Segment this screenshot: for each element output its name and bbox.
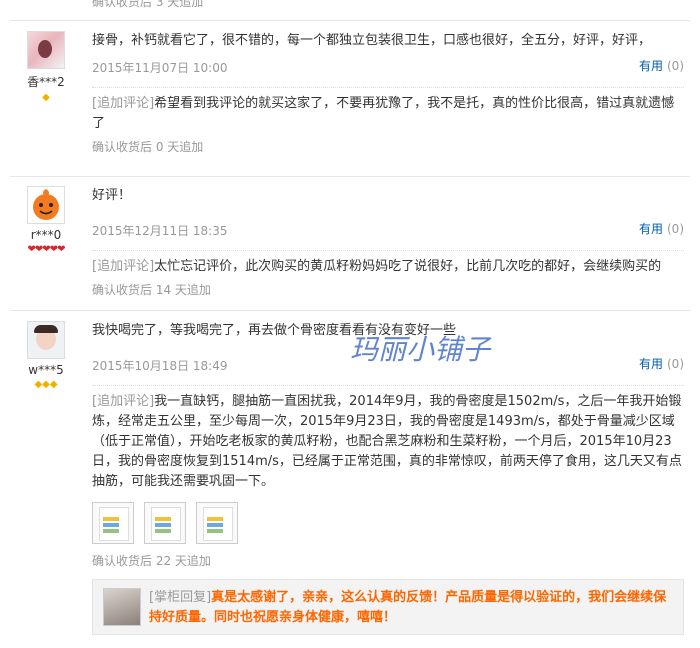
report-bar — [155, 523, 171, 527]
reviewer-info: r***0 ❤❤❤❤❤ — [10, 176, 82, 256]
gold-diamond-icon: ◆ — [42, 92, 50, 103]
append-comment: [追加评论]希望看到我评论的就买这家了，不要再犹豫了，我不是托，真的性价比很高，… — [92, 87, 684, 134]
review-photo-thumbnail[interactable] — [92, 502, 134, 544]
helpful-count: (0) — [667, 357, 684, 371]
review-content: 我快喝完了，等我喝完了，再去做个骨密度看看有没有变好一些 2015年10月18日… — [92, 321, 684, 635]
report-bar — [103, 529, 119, 533]
report-bar — [207, 529, 223, 533]
red-heart-icon: ❤❤❤❤❤ — [27, 244, 66, 255]
review-date: 2015年10月18日 18:49 — [92, 359, 228, 373]
review-item: r***0 ❤❤❤❤❤ 好评！ 2015年12月11日 18:35 有用 (0) … — [10, 176, 690, 311]
review-date: 2015年12月11日 18:35 — [92, 224, 228, 238]
seller-reply: [掌柜回复]真是太感谢了，亲亲，这么认真的反馈！产品质量是得以验证的，我们会继续… — [92, 579, 684, 635]
orange-mascot-icon — [33, 189, 59, 220]
gold-diamond-icon: ◆◆◆ — [34, 379, 58, 390]
reply-text: 真是太感谢了，亲亲，这么认真的反馈！产品质量是得以验证的，我们会继续保持好质量。… — [149, 590, 667, 625]
helpful-vote: 有用 (0) — [639, 57, 684, 74]
avatar[interactable] — [27, 186, 65, 224]
review-meta: 2015年12月11日 18:35 有用 (0) — [92, 220, 684, 238]
review-date: 2015年11月07日 10:00 — [92, 61, 228, 75]
review-item: 香***2 ◆ 接骨，补钙就看它了，很不错的，每一个都独立包装很卫生，口感也很好… — [10, 20, 690, 177]
append-tag: [追加评论] — [92, 96, 155, 111]
helpful-vote: 有用 (0) — [639, 355, 684, 372]
reply-tag: [掌柜回复] — [149, 590, 212, 605]
reviewer-info: 香***2 ◆ — [10, 21, 82, 104]
report-bar — [207, 523, 223, 527]
append-comment: [追加评论]太忙忘记评价，此次购买的黄瓜籽粉妈妈吃了说很好，比前几次吃的都好，会… — [92, 250, 684, 277]
append-comment: [追加评论]我一直缺钙，腿抽筋一直困扰我，2014年9月，我的骨密度是1502m… — [92, 385, 684, 492]
avatar[interactable] — [27, 31, 65, 69]
reviewer-name[interactable]: 香***2 — [10, 73, 82, 90]
review-content: 好评！ 2015年12月11日 18:35 有用 (0) [追加评论]太忙忘记评价… — [92, 186, 684, 298]
watermark: 玛丽小铺子 — [350, 333, 491, 366]
previous-append-footnote: 确认收货后 3 天追加 — [92, 0, 204, 9]
report-bar — [103, 523, 119, 527]
report-bar — [155, 529, 171, 533]
review-photo-thumbnail[interactable] — [196, 502, 238, 544]
helpful-vote: 有用 (0) — [639, 220, 684, 237]
reviewer-name[interactable]: r***0 — [10, 228, 82, 242]
seller-avatar — [103, 588, 141, 626]
report-bar — [155, 517, 171, 521]
append-footnote: 确认收货后 0 天追加 — [92, 140, 204, 154]
review-photo-thumbnail[interactable] — [144, 502, 186, 544]
append-text: 我一直缺钙，腿抽筋一直困扰我，2014年9月，我的骨密度是1502m/s，之后一… — [92, 394, 682, 489]
helpful-count: (0) — [667, 59, 684, 73]
helpful-button[interactable]: 有用 — [639, 357, 663, 371]
reviewer-name[interactable]: w***5 — [10, 363, 82, 377]
append-footnote: 确认收货后 22 天追加 — [92, 554, 211, 568]
reviewer-info: w***5 ◆◆◆ — [10, 311, 82, 391]
helpful-count: (0) — [667, 222, 684, 236]
report-bar — [207, 517, 223, 521]
append-tag: [追加评论] — [92, 259, 155, 274]
review-text: 好评！ — [92, 188, 132, 203]
review-photos — [92, 502, 684, 544]
review-meta: 2015年11月07日 10:00 有用 (0) — [92, 57, 684, 75]
review-text: 接骨，补钙就看它了，很不错的，每一个都独立包装很卫生，口感也很好，全五分，好评，… — [92, 33, 652, 48]
helpful-button[interactable]: 有用 — [639, 222, 663, 236]
append-text: 太忙忘记评价，此次购买的黄瓜籽粉妈妈吃了说很好，比前几次吃的都好，会继续购买的 — [154, 259, 662, 274]
report-bar — [103, 517, 119, 521]
seller-reply-text-block: [掌柜回复]真是太感谢了，亲亲，这么认真的反馈！产品质量是得以验证的，我们会继续… — [149, 588, 675, 628]
append-text: 希望看到我评论的就买这家了，不要再犹豫了，我不是托，真的性价比很高，错过真就遗憾… — [92, 96, 675, 131]
avatar[interactable] — [27, 321, 65, 359]
append-tag: [追加评论] — [92, 394, 155, 409]
review-content: 接骨，补钙就看它了，很不错的，每一个都独立包装很卫生，口感也很好，全五分，好评，… — [92, 31, 684, 155]
append-footnote: 确认收货后 14 天追加 — [92, 283, 211, 297]
helpful-button[interactable]: 有用 — [639, 59, 663, 73]
